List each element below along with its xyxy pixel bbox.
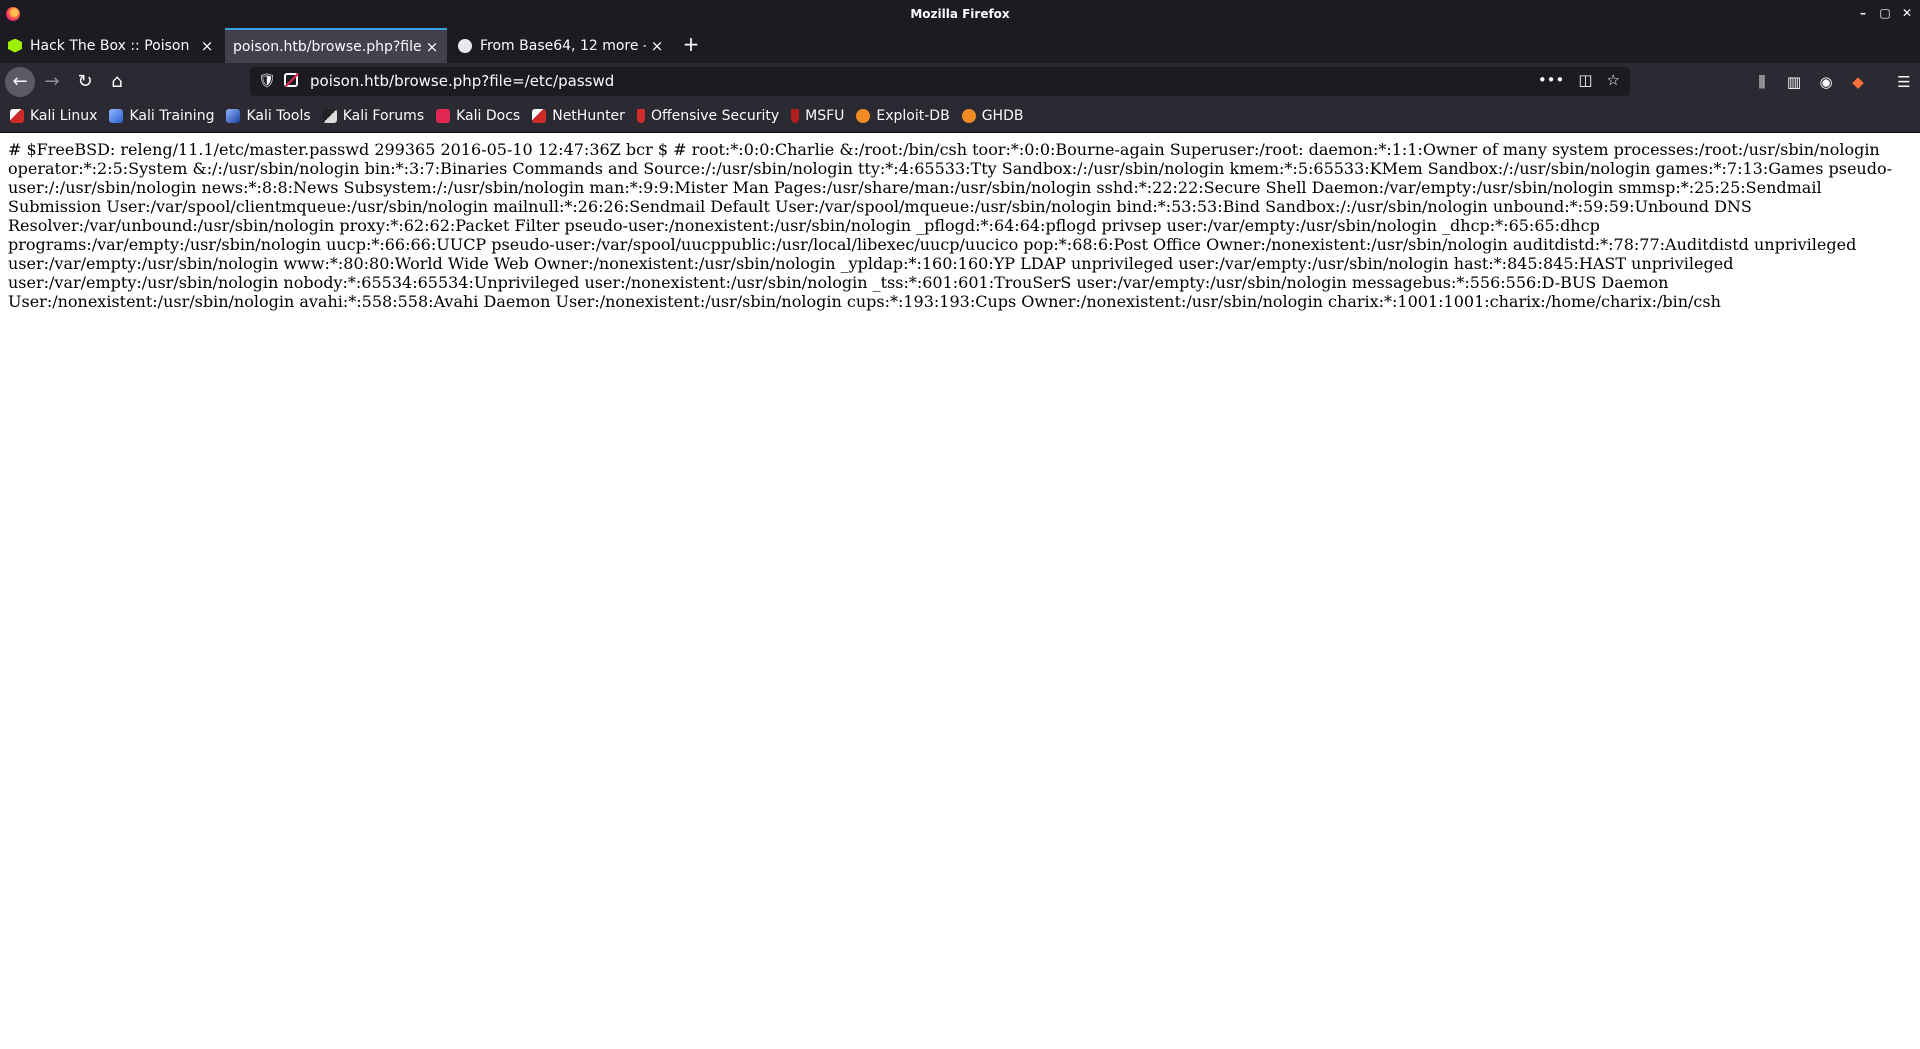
minimize-button[interactable]: – <box>1856 4 1870 22</box>
bookmark-label: Kali Forums <box>342 108 425 124</box>
cyberchef-icon <box>458 38 472 53</box>
sidebar-icon[interactable]: ▥ <box>1778 67 1810 97</box>
tab-label: From Base64, 12 more - CyberChef <box>480 37 646 54</box>
page-actions-icon[interactable]: ••• <box>1538 71 1565 89</box>
forward-button[interactable]: → <box>37 67 67 97</box>
app-menu-icon[interactable]: ☰ <box>1888 67 1920 97</box>
bookmark-ghdb[interactable]: GHDB <box>961 108 1024 124</box>
window-title: Mozilla Firefox <box>910 7 1010 21</box>
bookmark-kali-tools[interactable]: Kali Tools <box>226 108 311 124</box>
maximize-button[interactable]: ▢ <box>1878 4 1892 22</box>
reload-button[interactable]: ↻ <box>70 67 100 97</box>
extension-icon[interactable]: ◆ <box>1842 67 1874 97</box>
account-icon[interactable]: ◉ <box>1810 67 1842 97</box>
kali-docs-icon <box>436 109 451 123</box>
window-titlebar: Mozilla Firefox – ▢ ✕ <box>0 0 1920 28</box>
ghdb-icon <box>961 109 976 123</box>
tab-close-icon[interactable]: × <box>196 37 218 55</box>
bookmark-label: Kali Linux <box>30 108 98 124</box>
bookmark-label: NetHunter <box>552 108 625 124</box>
navigation-toolbar: ← → ↻ ⌂ 🛡 poison.htb/browse.php?file=/et… <box>0 63 1920 100</box>
tab-label: Hack The Box :: Poison <box>30 37 190 54</box>
hackthebox-icon <box>8 38 22 53</box>
bookmark-label: MSFU <box>805 108 845 124</box>
passwd-file-text: # $FreeBSD: releng/11.1/etc/master.passw… <box>8 140 1893 311</box>
page-content: # $FreeBSD: releng/11.1/etc/master.passw… <box>0 134 1920 1049</box>
url-bar[interactable]: 🛡 poison.htb/browse.php?file=/etc/passwd… <box>250 67 1630 96</box>
url-input[interactable]: poison.htb/browse.php?file=/etc/passwd <box>310 72 614 90</box>
bookmark-label: GHDB <box>981 108 1024 124</box>
library-icon[interactable]: ⫼ <box>1746 67 1778 97</box>
bookmark-nethunter[interactable]: NetHunter <box>532 108 625 124</box>
url-actions: ••• ◫ ☆ <box>1538 71 1620 89</box>
kali-icon <box>10 109 24 123</box>
bookmark-label: Exploit-DB <box>876 108 950 124</box>
tracking-protection-shield-icon[interactable]: 🛡 <box>258 73 276 89</box>
bookmark-label: Kali Tools <box>246 108 311 124</box>
kali-training-icon <box>109 109 124 123</box>
new-tab-button[interactable]: + <box>678 28 704 63</box>
tab-close-icon[interactable]: × <box>646 37 668 55</box>
offsec-icon <box>636 109 645 123</box>
bookmarks-toolbar: Kali Linux Kali Training Kali Tools Kali… <box>0 100 1920 133</box>
exploitdb-icon <box>856 109 871 123</box>
tab-cyberchef[interactable]: From Base64, 12 more - CyberChef × <box>450 28 672 63</box>
back-button[interactable]: ← <box>5 67 35 97</box>
bookmark-label: Offensive Security <box>650 108 780 124</box>
tab-label: poison.htb/browse.php?file=/etc/passwd <box>233 38 421 55</box>
tab-strip: Hack The Box :: Poison × poison.htb/brow… <box>0 28 1920 63</box>
bookmark-msfu[interactable]: MSFU <box>791 108 844 124</box>
tab-close-icon[interactable]: × <box>421 38 443 56</box>
bookmark-star-icon[interactable]: ☆ <box>1607 71 1620 89</box>
pocket-icon[interactable]: ◫ <box>1578 71 1592 89</box>
insecure-connection-icon[interactable] <box>284 73 298 87</box>
window-controls: – ▢ ✕ <box>1856 4 1914 22</box>
close-window-button[interactable]: ✕ <box>1900 4 1914 22</box>
toolbar-right: ⫼ ▥ ◉ ◆ ☰ <box>1746 67 1920 97</box>
tab-poison-passwd[interactable]: poison.htb/browse.php?file=/etc/passwd × <box>225 28 447 63</box>
bookmark-kali-forums[interactable]: Kali Forums <box>322 108 425 124</box>
bookmark-offensive-security[interactable]: Offensive Security <box>636 108 780 124</box>
nethunter-icon <box>532 109 547 123</box>
kali-forums-icon <box>322 109 337 123</box>
bookmark-label: Kali Training <box>129 108 215 124</box>
kali-tools-icon <box>226 109 241 123</box>
tab-hackthebox[interactable]: Hack The Box :: Poison × <box>0 28 222 63</box>
home-button[interactable]: ⌂ <box>102 67 132 97</box>
bookmark-label: Kali Docs <box>456 108 521 124</box>
bookmark-kali-docs[interactable]: Kali Docs <box>436 108 520 124</box>
bookmark-exploit-db[interactable]: Exploit-DB <box>856 108 950 124</box>
msfu-icon <box>791 109 800 123</box>
bookmark-kali-training[interactable]: Kali Training <box>109 108 214 124</box>
bookmark-kali-linux[interactable]: Kali Linux <box>10 108 97 124</box>
